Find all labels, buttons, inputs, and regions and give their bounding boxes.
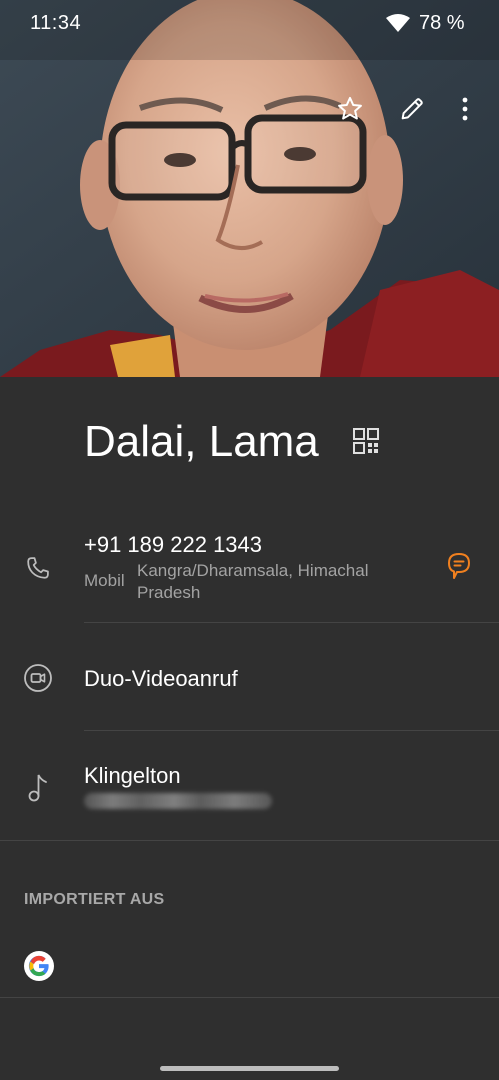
star-outline-icon[interactable]	[333, 92, 367, 126]
battery-percentage: 78 %	[419, 12, 465, 34]
imported-source-row[interactable]	[0, 940, 499, 996]
contact-photo[interactable]	[0, 0, 499, 377]
imported-from-heading: IMPORTIERT AUS	[24, 891, 165, 908]
phone-number: +91 189 222 1343	[84, 532, 263, 557]
phone-row[interactable]: +91 189 222 1343 Mobil Kangra/Dharamsala…	[0, 520, 499, 620]
ringtone-label: Klingelton	[84, 763, 181, 788]
wifi-icon	[386, 14, 410, 32]
divider	[84, 730, 499, 731]
video-call-label: Duo-Videoanruf	[84, 666, 238, 691]
phone-type-label: Mobil	[84, 571, 125, 590]
message-bubble-icon[interactable]	[443, 550, 475, 582]
contact-detail-screen: 11:34 78 % Dalai, Lama +91 189 222 1343 …	[0, 0, 499, 1080]
status-time: 11:34	[30, 12, 82, 34]
divider	[0, 840, 499, 841]
status-bar: 11:34 78 %	[0, 0, 499, 48]
music-note-icon	[22, 771, 54, 803]
gesture-navigation-handle[interactable]	[160, 1066, 339, 1071]
phone-icon	[22, 552, 54, 584]
video-call-row[interactable]: Duo-Videoanruf	[0, 640, 499, 720]
ringtone-row[interactable]: Klingelton	[0, 745, 499, 835]
contact-name: Dalai, Lama	[84, 417, 319, 466]
phone-location: Kangra/Dharamsala, Himachal Pradesh	[137, 561, 369, 602]
google-logo-icon	[24, 951, 54, 981]
pencil-icon[interactable]	[395, 92, 429, 126]
more-vertical-icon[interactable]	[448, 92, 482, 126]
divider	[84, 622, 499, 623]
ringtone-value-redacted	[84, 793, 272, 809]
video-camera-icon	[22, 662, 54, 694]
qr-code-icon[interactable]	[352, 427, 384, 459]
divider	[0, 997, 499, 998]
contact-name-row: Dalai, Lama	[0, 377, 499, 507]
